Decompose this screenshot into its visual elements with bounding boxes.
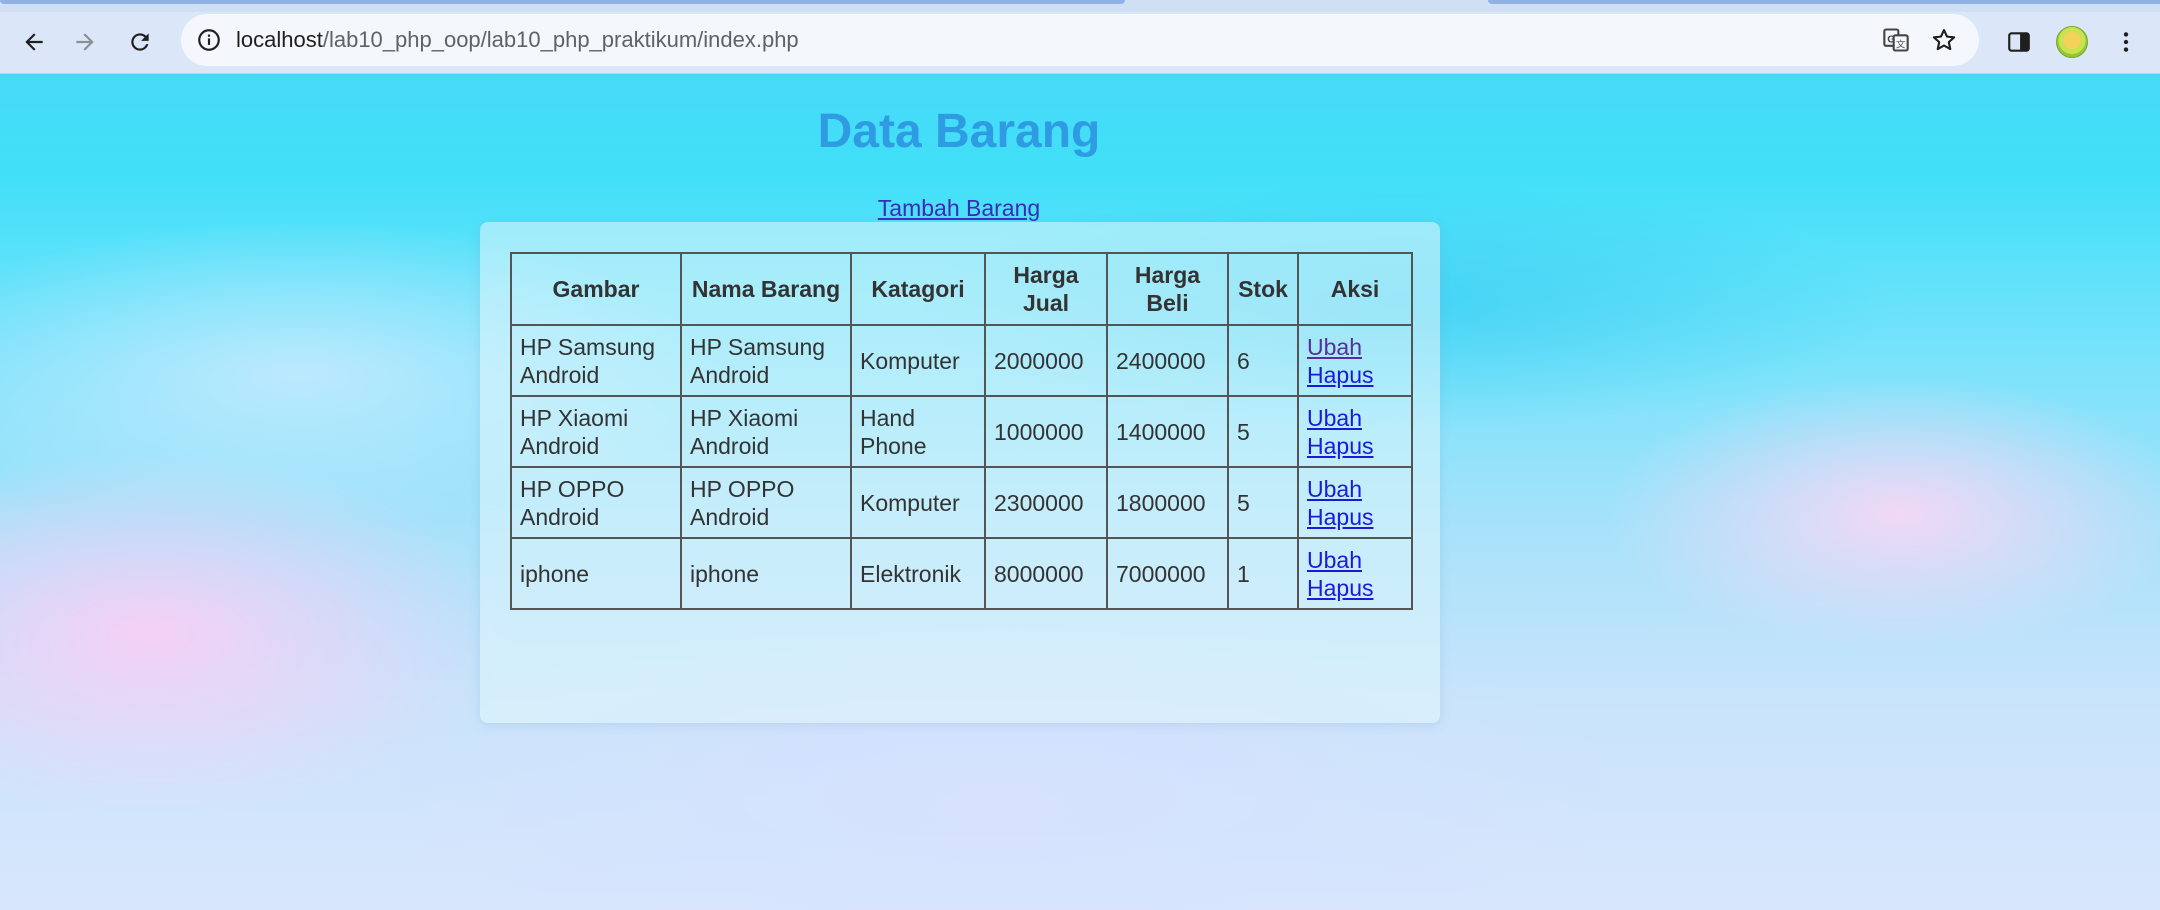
cell-aksi: Ubah Hapus: [1297, 537, 1413, 610]
cell-aksi: Ubah Hapus: [1297, 324, 1413, 397]
cell-nama-barang: HP OPPO Android: [680, 466, 852, 539]
delete-link[interactable]: Hapus: [1307, 503, 1403, 531]
bookmark-button[interactable]: [1926, 22, 1962, 58]
back-button[interactable]: [12, 20, 56, 64]
translate-button[interactable]: G 文: [1878, 22, 1914, 58]
table-row: HP Xiaomi Android HP Xiaomi Android Hand…: [510, 395, 1413, 468]
cell-harga-beli: 1800000: [1106, 466, 1229, 539]
url-text[interactable]: localhost/lab10_php_oop/lab10_php_prakti…: [236, 14, 799, 66]
cell-stok: 1: [1227, 537, 1299, 610]
column-header-gambar: Gambar: [510, 252, 682, 326]
cell-katagori: Hand Phone: [850, 395, 986, 468]
table-header-row: Gambar Nama Barang Katagori Harga Jual H…: [510, 252, 1413, 326]
star-icon: [1932, 29, 1956, 51]
cell-nama-barang: iphone: [680, 537, 852, 610]
url-host: localhost: [236, 27, 323, 52]
tab[interactable]: [0, 0, 1125, 4]
delete-link[interactable]: Hapus: [1307, 361, 1403, 389]
profile-avatar: [2056, 26, 2088, 58]
cell-gambar: HP Samsung Android: [510, 324, 682, 397]
tab[interactable]: [1488, 0, 2160, 4]
side-panel-button[interactable]: [1997, 20, 2041, 64]
column-header-katagori: Katagori: [850, 252, 986, 326]
cell-stok: 5: [1227, 466, 1299, 539]
column-header-nama-barang: Nama Barang: [680, 252, 852, 326]
cell-katagori: Elektronik: [850, 537, 986, 610]
cell-harga-beli: 1400000: [1106, 395, 1229, 468]
url-path: /lab10_php_oop/lab10_php_praktikum/index…: [322, 27, 799, 52]
back-arrow-icon: [25, 33, 43, 51]
cell-harga-jual: 2300000: [984, 466, 1108, 539]
tab-strip: [0, 0, 2160, 12]
browser-window: localhost/lab10_php_oop/lab10_php_prakti…: [0, 0, 2160, 910]
cell-harga-jual: 1000000: [984, 395, 1108, 468]
table-row: HP OPPO Android HP OPPO Android Komputer…: [510, 466, 1413, 539]
edit-link[interactable]: Ubah: [1307, 333, 1403, 361]
svg-text:文: 文: [1896, 39, 1905, 51]
cell-aksi: Ubah Hapus: [1297, 395, 1413, 468]
cell-harga-jual: 2000000: [984, 324, 1108, 397]
table-card: Gambar Nama Barang Katagori Harga Jual H…: [480, 222, 1440, 723]
cell-nama-barang: HP Samsung Android: [680, 324, 852, 397]
info-icon: [198, 29, 220, 51]
column-header-harga-beli: Harga Beli: [1106, 252, 1229, 326]
cell-harga-jual: 8000000: [984, 537, 1108, 610]
data-table: Gambar Nama Barang Katagori Harga Jual H…: [510, 252, 1413, 610]
cell-harga-beli: 2400000: [1106, 324, 1229, 397]
forward-arrow-icon: [76, 33, 94, 51]
edit-link[interactable]: Ubah: [1307, 404, 1403, 432]
cell-stok: 5: [1227, 395, 1299, 468]
cell-katagori: Komputer: [850, 324, 986, 397]
address-bar[interactable]: localhost/lab10_php_oop/lab10_php_prakti…: [181, 14, 1979, 66]
cell-katagori: Komputer: [850, 466, 986, 539]
reload-icon: [131, 33, 149, 51]
side-panel-icon: [2008, 32, 2030, 52]
delete-link[interactable]: Hapus: [1307, 432, 1403, 460]
edit-link[interactable]: Ubah: [1307, 475, 1403, 503]
profile-button[interactable]: [2050, 20, 2094, 64]
cell-gambar: HP Xiaomi Android: [510, 395, 682, 468]
menu-button[interactable]: [2104, 20, 2148, 64]
cell-gambar: HP OPPO Android: [510, 466, 682, 539]
table-row: HP Samsung Android HP Samsung Android Ko…: [510, 324, 1413, 397]
browser-toolbar: localhost/lab10_php_oop/lab10_php_prakti…: [0, 12, 2160, 74]
table-row: iphone iphone Elektronik 8000000 7000000…: [510, 537, 1413, 610]
cell-stok: 6: [1227, 324, 1299, 397]
cell-nama-barang: HP Xiaomi Android: [680, 395, 852, 468]
add-item-link[interactable]: Tambah Barang: [878, 195, 1040, 221]
cell-aksi: Ubah Hapus: [1297, 466, 1413, 539]
add-link-wrapper: Tambah Barang: [0, 194, 1918, 222]
cell-harga-beli: 7000000: [1106, 537, 1229, 610]
column-header-harga-jual: Harga Jual: [984, 252, 1108, 326]
kebab-menu-icon: [2123, 32, 2129, 52]
cell-gambar: iphone: [510, 537, 682, 610]
reload-button[interactable]: [118, 20, 162, 64]
column-header-stok: Stok: [1227, 252, 1299, 326]
forward-button[interactable]: [63, 20, 107, 64]
translate-icon: G 文: [1883, 28, 1909, 52]
delete-link[interactable]: Hapus: [1307, 574, 1403, 602]
site-info-button[interactable]: [189, 20, 229, 60]
edit-link[interactable]: Ubah: [1307, 546, 1403, 574]
page-viewport: Data Barang Tambah Barang Gambar Nama Ba…: [0, 74, 2160, 910]
column-header-aksi: Aksi: [1297, 252, 1413, 326]
page-title: Data Barang: [817, 105, 1101, 158]
